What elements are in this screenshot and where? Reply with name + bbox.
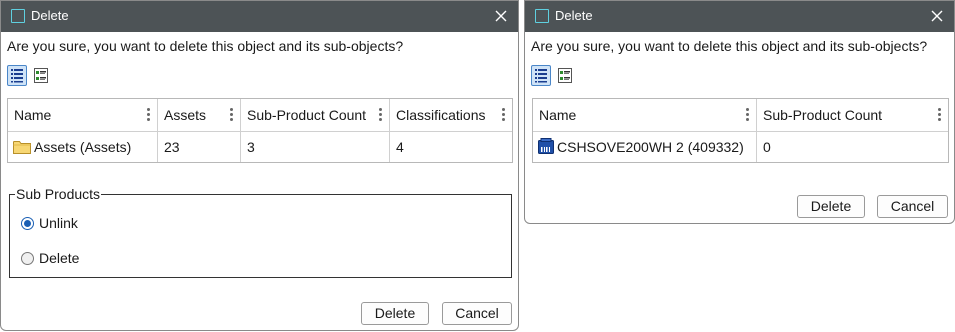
delete-dialog-left: Delete Are you sure, you want to delete …: [0, 0, 519, 331]
confirmation-message: Are you sure, you want to delete this ob…: [531, 38, 928, 54]
cancel-button[interactable]: Cancel: [442, 302, 512, 325]
table-row[interactable]: CSHSOVE200WH 2 (409332) 0: [533, 132, 948, 162]
column-menu-icon[interactable]: [502, 108, 506, 122]
cell-sub-product-count: 0: [757, 132, 948, 162]
objects-grid: Name Sub-Product Count CSHSOVE200WH 2 (4…: [532, 98, 949, 163]
cell-name: Assets (Assets): [8, 132, 158, 162]
close-icon[interactable]: [928, 7, 946, 25]
detail-view-icon[interactable]: [555, 65, 575, 86]
column-menu-icon[interactable]: [746, 108, 750, 122]
radio-unchecked-icon[interactable]: [21, 252, 34, 265]
column-header-sub-product-count[interactable]: Sub-Product Count: [757, 99, 948, 131]
detail-view-icon[interactable]: [31, 65, 51, 86]
cell-sub-product-count-text: 0: [763, 139, 771, 155]
cell-classifications-text: 4: [396, 139, 404, 155]
column-menu-icon[interactable]: [230, 108, 234, 122]
sub-products-group: Sub Products Unlink Delete: [9, 186, 512, 278]
dialog-title: Delete: [31, 8, 69, 23]
group-legend: Sub Products: [15, 186, 102, 202]
window-icon: [11, 9, 25, 23]
column-label: Classifications: [396, 107, 486, 123]
cell-name-text: CSHSOVE200WH 2 (409332): [557, 139, 744, 155]
radio-checked-icon[interactable]: [21, 217, 34, 230]
delete-dialog-right: Delete Are you sure, you want to delete …: [524, 0, 955, 224]
radio-label[interactable]: Unlink: [39, 215, 78, 231]
delete-button[interactable]: Delete: [361, 302, 429, 325]
dialog-title: Delete: [555, 8, 593, 23]
title-bar: Delete: [525, 1, 954, 32]
list-view-icon[interactable]: [7, 65, 27, 86]
cell-assets: 23: [158, 132, 241, 162]
grid-header: Name Assets Sub-Product Count Classifica…: [8, 99, 512, 132]
delete-button[interactable]: Delete: [797, 195, 865, 218]
folder-icon: [13, 140, 31, 154]
column-header-name[interactable]: Name: [533, 99, 757, 131]
window-icon: [535, 9, 549, 23]
column-header-classifications[interactable]: Classifications: [390, 99, 512, 131]
column-header-sub-product-count[interactable]: Sub-Product Count: [241, 99, 390, 131]
list-view-icon[interactable]: [531, 65, 551, 86]
table-row[interactable]: Assets (Assets) 23 3 4: [8, 132, 512, 162]
column-menu-icon[interactable]: [938, 108, 942, 122]
column-header-assets[interactable]: Assets: [158, 99, 241, 131]
column-header-name[interactable]: Name: [8, 99, 158, 131]
cell-name: CSHSOVE200WH 2 (409332): [533, 132, 757, 162]
product-icon: [538, 138, 555, 155]
objects-grid: Name Assets Sub-Product Count Classifica…: [7, 98, 513, 163]
cell-sub-product-count: 3: [241, 132, 390, 162]
column-label: Sub-Product Count: [247, 107, 367, 123]
confirmation-message: Are you sure, you want to delete this ob…: [7, 38, 404, 54]
cell-assets-text: 23: [164, 139, 180, 155]
radio-label[interactable]: Delete: [39, 250, 79, 266]
cell-name-text: Assets (Assets): [34, 139, 132, 155]
cancel-button[interactable]: Cancel: [877, 195, 948, 218]
close-icon[interactable]: [492, 7, 510, 25]
column-label: Assets: [164, 107, 207, 123]
column-label: Name: [14, 107, 52, 123]
cell-classifications: 4: [390, 132, 512, 162]
title-bar: Delete: [1, 1, 518, 32]
grid-header: Name Sub-Product Count: [533, 99, 948, 132]
column-menu-icon[interactable]: [379, 108, 383, 122]
column-label: Name: [539, 107, 577, 123]
cell-sub-product-count-text: 3: [247, 139, 255, 155]
column-menu-icon[interactable]: [147, 108, 151, 122]
column-label: Sub-Product Count: [763, 107, 883, 123]
